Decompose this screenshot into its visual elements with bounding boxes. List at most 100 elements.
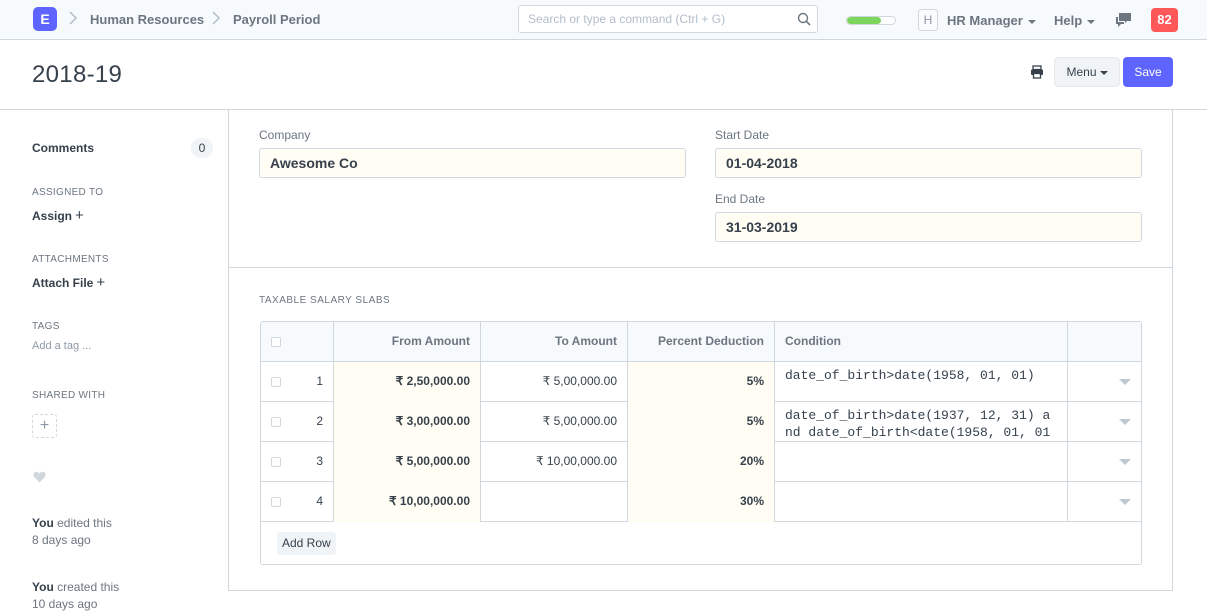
to-amount-cell[interactable]: ₹ 10,00,000.00 xyxy=(481,442,628,482)
caret-down-icon xyxy=(1087,19,1096,24)
progress-fill xyxy=(847,17,881,24)
row-index-cell: 2 xyxy=(261,402,334,442)
row-checkbox[interactable] xyxy=(271,377,281,387)
select-all-checkbox[interactable] xyxy=(271,337,281,347)
comments-link[interactable]: Comments xyxy=(32,141,94,155)
add-tag-link[interactable]: Add a tag ... xyxy=(32,340,91,352)
help-menu[interactable]: Help xyxy=(1054,13,1096,28)
tags-label: TAGS xyxy=(32,321,60,332)
timeline-time: 10 days ago xyxy=(32,597,98,611)
attachments-label: ATTACHMENTS xyxy=(32,254,109,265)
assign-label: Assign xyxy=(32,209,73,223)
timeline-action: created this xyxy=(53,580,120,594)
timeline-item: You created this 10 days ago xyxy=(32,579,119,613)
search-input[interactable] xyxy=(528,6,788,32)
percent-deduction-cell[interactable]: 5% xyxy=(628,402,775,442)
column-header-to-amount: To Amount xyxy=(481,322,628,362)
user-menu-label: HR Manager xyxy=(947,13,1023,28)
heart-icon[interactable] xyxy=(33,471,46,486)
timeline-actor: You xyxy=(32,580,54,594)
attach-file-label: Attach File xyxy=(32,276,94,290)
comments-count-badge: 0 xyxy=(191,138,213,158)
company-label: Company xyxy=(259,128,311,142)
chevron-right-icon xyxy=(211,10,221,29)
sync-progress-bar xyxy=(846,16,896,25)
column-header-condition: Condition xyxy=(775,322,1068,362)
salary-slabs-table: From Amount To Amount Percent Deduction … xyxy=(260,321,1142,565)
caret-down-icon xyxy=(1027,19,1036,24)
start-date-field[interactable]: 01-04-2018 xyxy=(715,148,1142,178)
form-section-details: Company Awesome Co Start Date 01-04-2018… xyxy=(229,110,1172,268)
end-date-field[interactable]: 31-03-2019 xyxy=(715,212,1142,242)
to-amount-cell[interactable]: ₹ 5,00,000.00 xyxy=(481,402,628,442)
header-select-cell xyxy=(261,322,334,362)
shared-with-label: SHARED WITH xyxy=(32,390,106,401)
add-row-button[interactable]: Add Row xyxy=(277,532,336,555)
chat-icon[interactable] xyxy=(1115,12,1132,31)
navbar: E Human Resources Payroll Period H HR Ma… xyxy=(0,0,1207,40)
timeline-action: edited this xyxy=(53,516,112,530)
row-dropdown-icon[interactable] xyxy=(1119,459,1131,465)
page-title: 2018-19 xyxy=(32,61,123,88)
notification-badge[interactable]: 82 xyxy=(1151,8,1178,32)
app-logo[interactable]: E xyxy=(33,7,57,31)
end-date-label: End Date xyxy=(715,192,766,206)
caret-down-icon xyxy=(1099,70,1108,75)
percent-deduction-cell[interactable]: 20% xyxy=(628,442,775,482)
row-index-cell: 1 xyxy=(261,362,334,402)
column-header-from-amount: From Amount xyxy=(334,322,481,362)
table-row[interactable]: 2 ₹ 3,00,000.00 ₹ 5,00,000.00 5% date_of… xyxy=(261,402,1141,442)
percent-deduction-cell[interactable]: 30% xyxy=(628,482,775,522)
add-share-button[interactable]: + xyxy=(32,414,57,438)
search-icon[interactable] xyxy=(797,12,811,29)
table-row[interactable]: 4 ₹ 10,00,000.00 30% xyxy=(261,482,1141,522)
avatar[interactable]: H xyxy=(918,9,938,31)
help-menu-label: Help xyxy=(1054,13,1083,28)
condition-cell[interactable]: date_of_birth>date(1937, 12, 31) and dat… xyxy=(775,402,1068,442)
menu-button-label: Menu xyxy=(1066,65,1097,79)
section-title-taxable-salary-slabs: TAXABLE SALARY SLABS xyxy=(259,295,391,306)
from-amount-cell[interactable]: ₹ 5,00,000.00 xyxy=(334,442,481,482)
assigned-to-label: ASSIGNED TO xyxy=(32,187,104,198)
row-dropdown-icon[interactable] xyxy=(1119,499,1131,505)
table-row[interactable]: 3 ₹ 5,00,000.00 ₹ 10,00,000.00 20% xyxy=(261,442,1141,482)
company-field[interactable]: Awesome Co xyxy=(259,148,686,178)
breadcrumb-payroll-period[interactable]: Payroll Period xyxy=(233,12,320,27)
print-icon[interactable] xyxy=(1030,65,1044,82)
row-index-cell: 3 xyxy=(261,442,334,482)
assign-button[interactable]: Assign + xyxy=(32,207,84,224)
row-dropdown-icon[interactable] xyxy=(1119,379,1131,385)
timeline-time: 8 days ago xyxy=(32,533,91,547)
timeline-item: You edited this 8 days ago xyxy=(32,515,112,549)
row-checkbox[interactable] xyxy=(271,497,281,507)
from-amount-cell[interactable]: ₹ 2,50,000.00 xyxy=(334,362,481,402)
breadcrumb-human-resources[interactable]: Human Resources xyxy=(90,12,204,27)
row-number: 1 xyxy=(316,374,323,388)
page-head: 2018-19 Menu Save xyxy=(0,40,1207,110)
row-dropdown-icon[interactable] xyxy=(1119,419,1131,425)
menu-button[interactable]: Menu xyxy=(1054,57,1120,87)
table-header: From Amount To Amount Percent Deduction … xyxy=(261,322,1141,362)
row-number: 2 xyxy=(316,414,323,428)
table-row[interactable]: 1 ₹ 2,50,000.00 ₹ 5,00,000.00 5% date_of… xyxy=(261,362,1141,402)
search-bar xyxy=(518,5,818,33)
attach-file-button[interactable]: Attach File + xyxy=(32,274,105,291)
condition-cell[interactable] xyxy=(775,482,1068,522)
row-number: 3 xyxy=(316,454,323,468)
plus-icon: + xyxy=(75,207,84,224)
form-body: Company Awesome Co Start Date 01-04-2018… xyxy=(228,110,1173,591)
to-amount-cell[interactable] xyxy=(481,482,628,522)
row-checkbox[interactable] xyxy=(271,457,281,467)
condition-cell[interactable] xyxy=(775,442,1068,482)
from-amount-cell[interactable]: ₹ 3,00,000.00 xyxy=(334,402,481,442)
save-button[interactable]: Save xyxy=(1123,57,1173,87)
user-menu[interactable]: HR Manager xyxy=(947,13,1036,28)
row-checkbox[interactable] xyxy=(271,417,281,427)
to-amount-cell[interactable]: ₹ 5,00,000.00 xyxy=(481,362,628,402)
percent-deduction-cell[interactable]: 5% xyxy=(628,362,775,402)
from-amount-cell[interactable]: ₹ 10,00,000.00 xyxy=(334,482,481,522)
condition-cell[interactable]: date_of_birth>date(1958, 01, 01) xyxy=(775,362,1068,402)
chevron-right-icon xyxy=(68,10,78,29)
row-number: 4 xyxy=(316,494,323,508)
timeline-actor: You xyxy=(32,516,54,530)
